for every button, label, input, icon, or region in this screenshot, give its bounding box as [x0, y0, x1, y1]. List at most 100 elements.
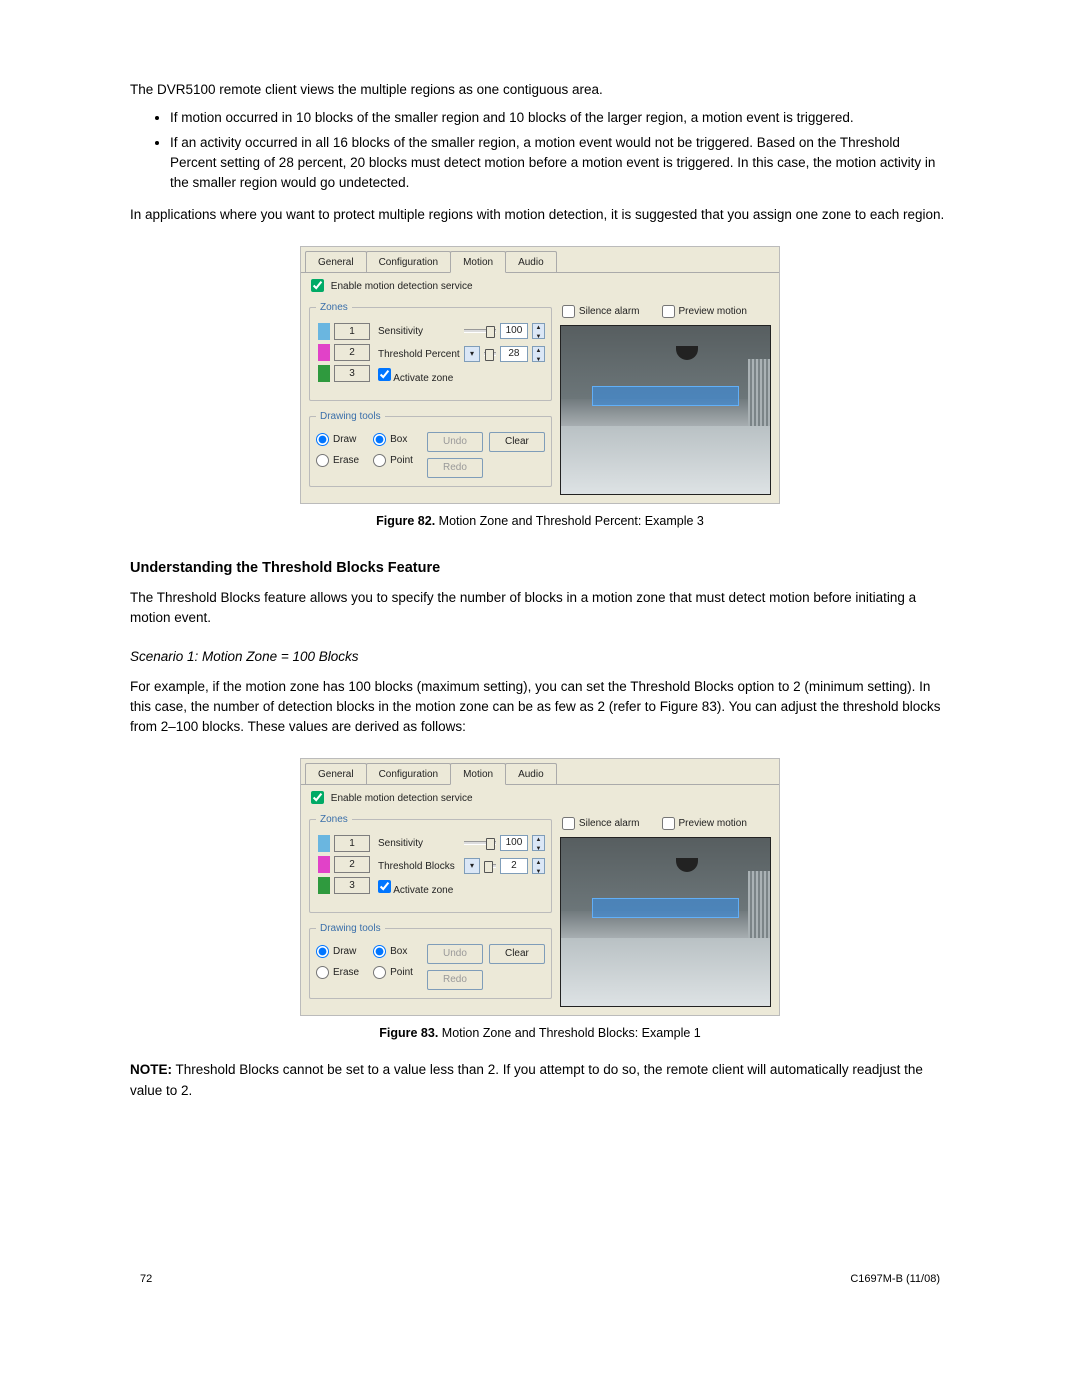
bullet-item: If motion occurred in 10 blocks of the s…: [170, 108, 950, 128]
zones-group: Zones 1 2 3 Sensitivity 100: [309, 812, 552, 913]
sensitivity-spinner[interactable]: ▲▼: [532, 835, 545, 851]
tab-motion[interactable]: Motion: [450, 251, 506, 273]
threshold-slider[interactable]: [484, 864, 496, 868]
figure-83-caption: Figure 83. Motion Zone and Threshold Blo…: [130, 1024, 950, 1043]
activate-zone-checkbox[interactable]: [378, 880, 391, 893]
tab-general[interactable]: General: [305, 763, 367, 784]
draw-radio[interactable]: Draw: [316, 944, 359, 959]
zone-1-swatch: [318, 835, 330, 852]
enable-motion-checkbox-label[interactable]: Enable motion detection service: [311, 793, 473, 804]
zone-2-swatch: [318, 344, 330, 361]
chevron-up-icon[interactable]: ▲: [533, 347, 544, 356]
enable-motion-checkbox[interactable]: [311, 279, 324, 292]
camera-preview: [560, 837, 771, 1007]
document-id: C1697M-B (11/08): [850, 1271, 940, 1288]
chevron-up-icon[interactable]: ▲: [533, 836, 544, 845]
chevron-down-icon[interactable]: ▼: [533, 845, 544, 854]
sensitivity-slider[interactable]: [464, 841, 496, 845]
box-radio[interactable]: Box: [373, 432, 413, 447]
tab-audio[interactable]: Audio: [505, 251, 557, 272]
chevron-up-icon[interactable]: ▲: [533, 859, 544, 868]
sensitivity-label: Sensitivity: [378, 836, 460, 851]
zone-3-button[interactable]: 3: [334, 365, 370, 382]
chevron-up-icon[interactable]: ▲: [533, 324, 544, 333]
preview-motion-checkbox[interactable]: Preview motion: [662, 304, 747, 319]
box-radio[interactable]: Box: [373, 944, 413, 959]
silence-alarm-checkbox[interactable]: Silence alarm: [562, 304, 640, 319]
tab-configuration[interactable]: Configuration: [366, 763, 451, 784]
clear-button[interactable]: Clear: [489, 944, 545, 964]
chevron-down-icon[interactable]: ▼: [533, 356, 544, 365]
bullet-item: If an activity occurred in all 16 blocks…: [170, 133, 950, 194]
threshold-blocks-paragraph: The Threshold Blocks feature allows you …: [130, 588, 950, 629]
enable-motion-text: Enable motion detection service: [331, 281, 473, 292]
activate-zone-checkbox-label[interactable]: Activate zone: [378, 368, 453, 386]
zones-group: Zones 1 2 3 Sensitivity 100: [309, 300, 552, 401]
activate-zone-checkbox-label[interactable]: Activate zone: [378, 880, 453, 898]
undo-button[interactable]: Undo: [427, 944, 483, 964]
enable-motion-checkbox[interactable]: [311, 791, 324, 804]
erase-radio[interactable]: Erase: [316, 965, 359, 980]
chevron-down-icon[interactable]: ▼: [533, 333, 544, 342]
note-paragraph: NOTE: Threshold Blocks cannot be set to …: [130, 1060, 950, 1101]
zone-2-swatch: [318, 856, 330, 873]
zone-3-swatch: [318, 365, 330, 382]
draw-radio[interactable]: Draw: [316, 432, 359, 447]
threshold-slider[interactable]: [484, 352, 496, 356]
threshold-mode-dropdown[interactable]: ▾: [464, 858, 480, 874]
figure-82-caption: Figure 82. Motion Zone and Threshold Per…: [130, 512, 950, 531]
chevron-down-icon[interactable]: ▼: [533, 868, 544, 877]
threshold-value[interactable]: 2: [500, 858, 528, 874]
scenario-paragraph: For example, if the motion zone has 100 …: [130, 677, 950, 738]
zones-legend: Zones: [316, 300, 352, 315]
clear-button[interactable]: Clear: [489, 432, 545, 452]
figure-83: General Configuration Motion Audio Enabl…: [130, 758, 950, 1043]
zone-1-button[interactable]: 1: [334, 835, 370, 852]
tab-motion[interactable]: Motion: [450, 763, 506, 785]
threshold-spinner[interactable]: ▲▼: [532, 858, 545, 874]
threshold-mode-dropdown[interactable]: ▾: [464, 346, 480, 362]
threshold-spinner[interactable]: ▲▼: [532, 346, 545, 362]
figure-82: General Configuration Motion Audio Enabl…: [130, 246, 950, 531]
redo-button[interactable]: Redo: [427, 970, 483, 990]
camera-preview: [560, 325, 771, 495]
activate-zone-checkbox[interactable]: [378, 368, 391, 381]
zone-3-button[interactable]: 3: [334, 877, 370, 894]
drawing-tools-legend: Drawing tools: [316, 409, 385, 424]
sensitivity-slider[interactable]: [464, 329, 496, 333]
point-radio[interactable]: Point: [373, 965, 413, 980]
undo-button[interactable]: Undo: [427, 432, 483, 452]
erase-radio[interactable]: Erase: [316, 453, 359, 468]
point-radio[interactable]: Point: [373, 453, 413, 468]
motion-config-panel-83: General Configuration Motion Audio Enabl…: [300, 758, 780, 1016]
zone-1-swatch: [318, 323, 330, 340]
tab-general[interactable]: General: [305, 251, 367, 272]
tab-audio[interactable]: Audio: [505, 763, 557, 784]
preview-motion-checkbox[interactable]: Preview motion: [662, 816, 747, 831]
sensitivity-spinner[interactable]: ▲▼: [532, 323, 545, 339]
after-bullets-paragraph: In applications where you want to protec…: [130, 205, 950, 225]
tab-bar: General Configuration Motion Audio: [301, 759, 779, 785]
tab-configuration[interactable]: Configuration: [366, 251, 451, 272]
drawing-tools-legend: Drawing tools: [316, 921, 385, 936]
page-footer: 72 C1697M-B (11/08): [130, 1271, 950, 1288]
zone-list: 1 2 3: [316, 323, 370, 382]
page-number: 72: [140, 1271, 152, 1288]
threshold-label: Threshold Blocks: [378, 859, 460, 874]
threshold-value[interactable]: 28: [500, 346, 528, 362]
sensitivity-value[interactable]: 100: [500, 835, 528, 851]
intro-paragraph: The DVR5100 remote client views the mult…: [130, 80, 950, 100]
activate-zone-text: Activate zone: [393, 373, 453, 384]
zone-2-button[interactable]: 2: [334, 856, 370, 873]
enable-motion-checkbox-label[interactable]: Enable motion detection service: [311, 281, 473, 292]
section-heading-threshold-blocks: Understanding the Threshold Blocks Featu…: [130, 558, 950, 580]
sensitivity-value[interactable]: 100: [500, 323, 528, 339]
bullet-list: If motion occurred in 10 blocks of the s…: [130, 108, 950, 193]
silence-alarm-checkbox[interactable]: Silence alarm: [562, 816, 640, 831]
sensitivity-label: Sensitivity: [378, 324, 460, 339]
redo-button[interactable]: Redo: [427, 458, 483, 478]
drawing-tools-group: Drawing tools Draw Erase Box Point Un: [309, 921, 552, 999]
zone-1-button[interactable]: 1: [334, 323, 370, 340]
scenario-heading: Scenario 1: Motion Zone = 100 Blocks: [130, 647, 950, 667]
zone-2-button[interactable]: 2: [334, 344, 370, 361]
